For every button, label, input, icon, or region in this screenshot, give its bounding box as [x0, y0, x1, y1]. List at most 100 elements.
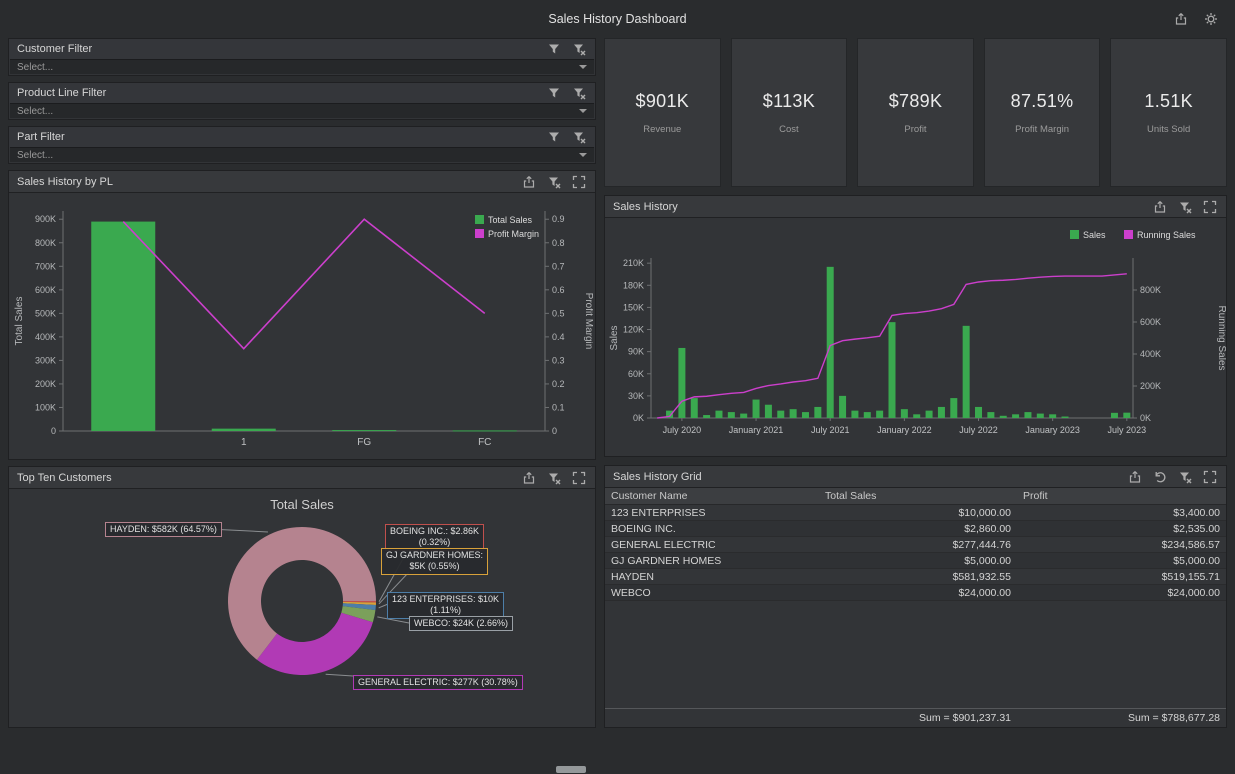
column-header[interactable]: Profit	[1017, 488, 1226, 505]
bar[interactable]	[1012, 414, 1019, 418]
column-header[interactable]: Customer Name	[605, 488, 819, 505]
bar[interactable]	[678, 348, 685, 418]
bar[interactable]	[901, 409, 908, 418]
bar[interactable]	[691, 398, 698, 418]
table-row[interactable]: HAYDEN$581,932.55$519,155.71	[605, 569, 1226, 585]
bar[interactable]	[839, 396, 846, 418]
bar[interactable]	[938, 407, 945, 418]
bar[interactable]	[715, 411, 722, 418]
svg-text:July 2020: July 2020	[663, 425, 702, 435]
maximize-icon[interactable]	[1202, 199, 1218, 215]
pie-slice[interactable]	[257, 613, 373, 675]
bar[interactable]	[453, 430, 517, 431]
kpi-card[interactable]: $901KRevenue	[604, 38, 721, 187]
settings-icon[interactable]	[1203, 11, 1219, 27]
filter-icon[interactable]	[546, 129, 562, 145]
customer-filter-select[interactable]: Select...	[10, 59, 594, 74]
column-header[interactable]: Total Sales	[819, 488, 1017, 505]
bar[interactable]	[790, 409, 797, 418]
pie-label: WEBCO: $24K (2.66%)	[409, 616, 513, 631]
svg-text:0.1: 0.1	[552, 402, 565, 412]
bar[interactable]	[91, 222, 155, 431]
clear-filter-icon[interactable]	[571, 129, 587, 145]
chevron-down-icon	[579, 153, 587, 157]
export-icon[interactable]	[521, 174, 537, 190]
svg-text:July 2021: July 2021	[811, 425, 850, 435]
bar[interactable]	[802, 412, 809, 418]
bar[interactable]	[332, 430, 396, 431]
clear-filter-icon[interactable]	[546, 174, 562, 190]
bar[interactable]	[827, 267, 834, 418]
legend-swatch	[1070, 230, 1079, 239]
pie-label: BOEING INC.: $2.86K(0.32%)	[385, 524, 484, 551]
kpi-card[interactable]: $789KProfit	[857, 38, 974, 187]
sales-by-pl-panel: Sales History by PL 0100K200K300K400K500…	[8, 170, 596, 460]
bar[interactable]	[913, 414, 920, 418]
export-icon[interactable]	[1173, 11, 1189, 27]
kpi-label: Revenue	[643, 124, 681, 135]
bar[interactable]	[987, 412, 994, 418]
bar[interactable]	[876, 411, 883, 418]
svg-text:800K: 800K	[35, 238, 56, 248]
export-icon[interactable]	[521, 470, 537, 486]
table-row[interactable]: GJ GARDNER HOMES$5,000.00$5,000.00	[605, 553, 1226, 569]
export-icon[interactable]	[1152, 199, 1168, 215]
bar[interactable]	[728, 412, 735, 418]
svg-text:Sales: Sales	[1083, 230, 1106, 240]
cell-profit: $234,586.57	[1017, 537, 1226, 553]
horizontal-scrollbar-thumb[interactable]	[556, 766, 586, 773]
sales-history-grid-panel: Sales History Grid Customer NameTotal Sa…	[604, 465, 1227, 728]
svg-text:800K: 800K	[1140, 285, 1161, 295]
bar[interactable]	[212, 429, 276, 431]
undo-icon[interactable]	[1152, 469, 1168, 485]
bar[interactable]	[1062, 417, 1069, 418]
maximize-icon[interactable]	[571, 470, 587, 486]
maximize-icon[interactable]	[571, 174, 587, 190]
panel-title: Customer Filter	[17, 43, 546, 55]
clear-filter-icon[interactable]	[571, 85, 587, 101]
table-row[interactable]: 123 ENTERPRISES$10,000.00$3,400.00	[605, 505, 1226, 521]
bar[interactable]	[864, 412, 871, 418]
bar[interactable]	[950, 398, 957, 418]
legend-swatch	[475, 229, 484, 238]
part-filter-select[interactable]: Select...	[10, 147, 594, 162]
bar[interactable]	[963, 326, 970, 418]
bar[interactable]	[975, 407, 982, 418]
bar[interactable]	[851, 411, 858, 418]
filter-icon[interactable]	[546, 85, 562, 101]
bar[interactable]	[740, 414, 747, 418]
table-row[interactable]: GENERAL ELECTRIC$277,444.76$234,586.57	[605, 537, 1226, 553]
kpi-card[interactable]: 1.51KUnits Sold	[1110, 38, 1227, 187]
bar[interactable]	[1123, 413, 1130, 418]
maximize-icon[interactable]	[1202, 469, 1218, 485]
cell-customer-name: BOEING INC.	[605, 521, 819, 537]
table-row[interactable]: BOEING INC.$2,860.00$2,535.00	[605, 521, 1226, 537]
export-icon[interactable]	[1127, 469, 1143, 485]
clear-filter-icon[interactable]	[546, 470, 562, 486]
kpi-card[interactable]: 87.51%Profit Margin	[984, 38, 1101, 187]
filter-icon[interactable]	[546, 41, 562, 57]
bar[interactable]	[765, 405, 772, 418]
kpi-card[interactable]: $113KCost	[731, 38, 848, 187]
bar[interactable]	[777, 411, 784, 418]
bar[interactable]	[753, 400, 760, 418]
bar[interactable]	[1111, 413, 1118, 418]
bar[interactable]	[1049, 414, 1056, 418]
clear-filter-icon[interactable]	[571, 41, 587, 57]
kpi-value: 1.51K	[1144, 91, 1193, 112]
svg-text:Running Sales: Running Sales	[1216, 305, 1226, 370]
footer-spacer	[605, 712, 819, 724]
bar[interactable]	[889, 322, 896, 418]
clear-filter-icon[interactable]	[1177, 469, 1193, 485]
table-row[interactable]: WEBCO$24,000.00$24,000.00	[605, 585, 1226, 601]
bar[interactable]	[703, 415, 710, 418]
bar[interactable]	[1024, 412, 1031, 418]
top-customers-panel: Top Ten Customers Total Sales BOEING INC…	[8, 466, 596, 728]
product-line-filter-select[interactable]: Select...	[10, 103, 594, 118]
svg-text:July 2023: July 2023	[1108, 425, 1147, 435]
bar[interactable]	[1000, 416, 1007, 418]
clear-filter-icon[interactable]	[1177, 199, 1193, 215]
bar[interactable]	[814, 407, 821, 418]
bar[interactable]	[926, 411, 933, 418]
bar[interactable]	[1037, 414, 1044, 418]
